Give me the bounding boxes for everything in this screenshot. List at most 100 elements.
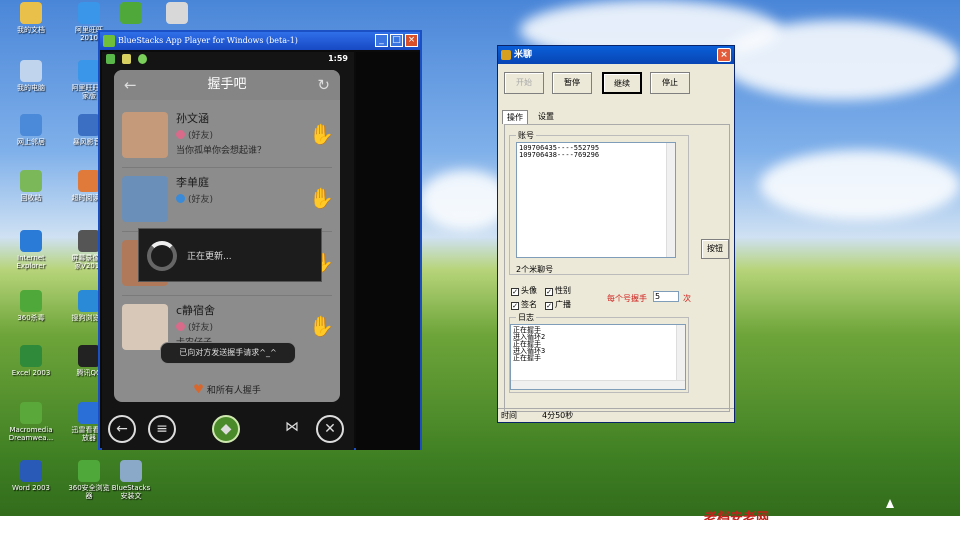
shake-all-button[interactable]: ♥ 和所有人握手 — [114, 382, 340, 396]
android-screen[interactable]: 1:59 ← 握手吧 ↻ 孙文涵 (好友) 当你孤单你会想起谁？ ✋ 李单庭 (好友) ✋ ✋… — [102, 52, 354, 450]
loading-text: 正在更新... — [187, 252, 232, 262]
nav-home-icon[interactable]: ◆ — [212, 415, 240, 443]
nav-settings-icon[interactable]: ✕ — [316, 415, 344, 443]
miliao-titlebar[interactable]: 米聊 × — [498, 46, 734, 64]
qq-icon — [78, 345, 100, 367]
miliao-title: 米聊 — [514, 50, 533, 60]
shake-all-label: 和所有人握手 — [206, 386, 261, 396]
nav-share-icon[interactable]: ⋈ — [278, 415, 306, 443]
bluestacks-app-icon — [103, 35, 115, 47]
desktop-icon[interactable]: Internet Explorer — [4, 230, 58, 270]
avatar — [122, 176, 168, 222]
desktop-icon[interactable]: 我的电脑 — [4, 60, 58, 92]
desktop-icon[interactable]: 我的文档 — [4, 2, 58, 34]
desktop-icon-label: 360杀毒 — [17, 314, 45, 322]
bottom-white-strip — [0, 516, 960, 539]
accounts-list[interactable]: 109706435----552795 109706438----769296 — [516, 142, 676, 258]
contact-row[interactable]: 孙文涵 (好友) 当你孤单你会想起谁？ ✋ — [114, 104, 340, 166]
avatar-checkbox[interactable]: ✓ 头像 — [511, 285, 537, 296]
notification-icon — [106, 54, 115, 64]
accounts-scrollbar[interactable] — [666, 143, 675, 257]
close-icon[interactable]: × — [717, 48, 731, 62]
desktop-icon-label: Word 2003 — [11, 484, 51, 492]
back-arrow-icon[interactable]: ← — [124, 70, 137, 100]
app-title: 握手吧 — [207, 77, 247, 92]
minimize-icon[interactable]: _ — [375, 34, 388, 47]
nav-back-icon[interactable]: ← — [108, 415, 136, 443]
desktop-icon-label: Internet Explorer — [16, 254, 46, 270]
log-box[interactable]: 正在握手 进入循环2 正在握手 进入循环3 正在握手 — [510, 324, 686, 390]
desktop-icon[interactable]: 回收站 — [4, 170, 58, 202]
contact-row[interactable]: 李单庭 (好友) ✋ — [114, 168, 340, 230]
per-number-label: 每个号握手 — [607, 294, 647, 303]
broadcast-label: 广播 — [555, 300, 571, 309]
desktop-icon[interactable] — [150, 2, 204, 26]
contact-relation: (好友) — [176, 320, 213, 333]
contact-name: c静宿舍 — [176, 304, 216, 317]
account-item[interactable]: 109706438----769296 — [519, 152, 673, 159]
desktop-icon[interactable]: Word 2003 — [4, 460, 58, 492]
desktop-icon-label: 我的文档 — [17, 26, 45, 34]
dreamweaver-icon — [20, 402, 42, 424]
xunlei-icon — [78, 402, 100, 424]
bluestacks-window[interactable]: BlueStacks App Player for Windows (beta-… — [98, 30, 422, 450]
spinner-icon — [147, 241, 177, 271]
bluestacks-titlebar[interactable]: BlueStacks App Player for Windows (beta-… — [100, 32, 420, 50]
stop-button[interactable]: 停止 — [650, 72, 690, 94]
mouse-cursor-icon — [886, 499, 894, 508]
handshake-icon[interactable]: ✋ — [309, 314, 334, 338]
gender-checkbox[interactable]: ✓ 性别 — [545, 285, 571, 296]
pause-button[interactable]: 暂停 — [552, 72, 592, 94]
loading-dialog: 正在更新... — [138, 228, 322, 282]
maximize-icon[interactable]: □ — [390, 34, 403, 47]
gender-label: 性别 — [555, 286, 571, 295]
desktop-icon[interactable]: BlueStacks 安装文 — [104, 460, 158, 500]
nav-menu-icon[interactable]: ≡ — [148, 415, 176, 443]
bluestacks-side-panel — [356, 52, 420, 450]
plus-app-icon — [120, 2, 142, 24]
log-label: 日志 — [516, 312, 536, 323]
start-button[interactable]: 开始 — [504, 72, 544, 94]
check-icon: ✓ — [545, 288, 553, 296]
log-group: 日志 正在握手 进入循环2 正在握手 进入循环3 正在握手 — [509, 312, 689, 393]
avatar-label: 头像 — [521, 286, 537, 295]
desktop-icon[interactable]: Macromedia Dreamwea... — [4, 402, 58, 442]
broadcast-checkbox[interactable]: ✓ 广播 — [545, 299, 571, 310]
handshake-icon[interactable]: ✋ — [309, 122, 334, 146]
refresh-icon[interactable]: ↻ — [317, 70, 330, 100]
desktop-icon[interactable]: 360杀毒 — [4, 290, 58, 322]
av-file-icon — [166, 2, 188, 24]
resume-button[interactable]: 继续 — [602, 72, 642, 94]
miliao-window[interactable]: 米聊 × 开始 暂停 继续 停止 操作 设置 账号 109706435----5… — [497, 45, 735, 423]
bluestacks-setup-icon — [120, 460, 142, 482]
contact-relation: (好友) — [176, 128, 213, 141]
aliwangwang-icon — [78, 2, 100, 24]
tab-operation[interactable]: 操作 — [502, 110, 528, 124]
per-number-input[interactable]: 5 — [653, 291, 679, 302]
account-count: 2个米聊号 — [516, 265, 554, 274]
ie-icon — [20, 230, 42, 252]
desktop-icon[interactable]: 网上邻居 — [4, 114, 58, 146]
notification-icon — [138, 54, 147, 64]
status-time: 1:59 — [328, 54, 348, 63]
check-icon: ✓ — [511, 288, 519, 296]
friend-badge-icon — [176, 130, 185, 139]
bluestacks-title: BlueStacks App Player for Windows (beta-… — [118, 36, 298, 45]
time-label: 时间 — [501, 411, 517, 420]
side-button[interactable]: 按钮 — [701, 239, 729, 259]
status-bar: 时间 4分50秒 — [498, 408, 734, 422]
tab-settings[interactable]: 设置 — [534, 110, 558, 124]
signature-label: 签名 — [521, 300, 537, 309]
relation-label: (好友) — [188, 131, 214, 141]
log-hscrollbar[interactable] — [511, 380, 685, 389]
sky-cloud — [760, 150, 960, 220]
reader-icon — [78, 170, 100, 192]
computer-icon — [20, 60, 42, 82]
close-icon[interactable]: × — [405, 34, 418, 47]
handshake-icon[interactable]: ✋ — [309, 186, 334, 210]
operation-panel: 账号 109706435----552795 109706438----7692… — [504, 124, 730, 412]
desktop-icon[interactable]: Excel 2003 — [4, 345, 58, 377]
signature-checkbox[interactable]: ✓ 签名 — [511, 299, 537, 310]
check-icon: ✓ — [545, 302, 553, 310]
friend-badge-icon — [176, 194, 185, 203]
